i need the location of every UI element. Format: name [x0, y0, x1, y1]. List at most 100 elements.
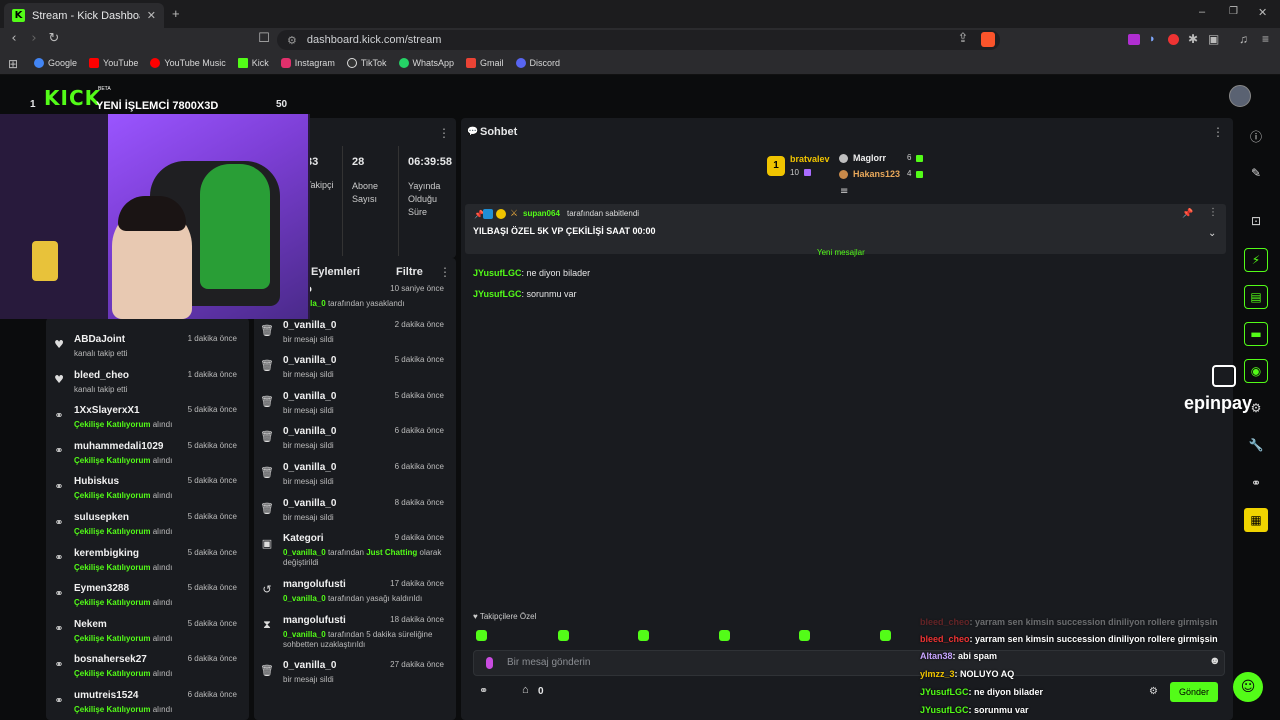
info-icon[interactable]: ⓘ — [1244, 124, 1268, 148]
activity-text: alındı — [152, 527, 173, 536]
screen-icon[interactable]: ⊡ — [1244, 209, 1268, 233]
activity-item: ⚭ Hubiskus 5 dakika önce Çekilişe Katılıyor… — [46, 474, 249, 510]
bookmark-youtube[interactable]: YouTube — [89, 58, 138, 68]
bookmark-google[interactable]: Google — [34, 58, 77, 68]
extensions-icon[interactable]: ✱ — [1188, 32, 1198, 46]
extension-red-icon[interactable] — [1168, 34, 1179, 45]
points-icon: ⚭ — [54, 586, 64, 600]
new-tab-icon[interactable]: + — [172, 6, 180, 21]
activity-username: bosnahersek27 — [74, 654, 147, 666]
browser-tab-strip: K Stream - Kick Dashboard ✕ + – ❐ ✕ — [0, 0, 1280, 28]
channel-points-icon[interactable]: ⚭ — [479, 684, 488, 697]
mod-actions-menu-icon[interactable]: ⋮ — [439, 265, 451, 279]
forward-icon[interactable]: › — [26, 31, 42, 47]
chat-username[interactable]: JYusufLGC — [473, 289, 522, 299]
store-icon[interactable]: ⌂ — [522, 684, 529, 696]
epinpay-logo-icon — [1212, 365, 1236, 387]
bookmark-youtube-music[interactable]: YouTube Music — [150, 58, 226, 68]
wrench-icon[interactable]: 🔧 — [1244, 433, 1268, 457]
mod-action-item: 🗑 0_vanilla_0 6 dakika önce bir mesajı sild… — [254, 424, 456, 460]
bookmark-gmail[interactable]: Gmail — [466, 58, 504, 68]
chat-settings-icon[interactable]: ⚙ — [1149, 686, 1158, 697]
mod-action-time: 17 dakika önce — [390, 579, 444, 588]
chat-icon[interactable]: ▬ — [1244, 322, 1268, 346]
filter-button[interactable]: Filtre — [396, 266, 423, 278]
lightning-icon[interactable]: ⚡ — [1244, 248, 1268, 272]
mod-action-item: ↺ mangolufusti 17 dakika önce 0_vanilla_0 t… — [254, 577, 456, 613]
emote-icon[interactable] — [880, 630, 891, 641]
collapse-leaderboard-icon[interactable]: ≡ — [840, 186, 848, 197]
mic-icon[interactable] — [486, 657, 493, 669]
activity-username: Eymen3288 — [74, 583, 130, 595]
chat-username[interactable]: JYusufLGC — [473, 268, 522, 278]
stats-menu-icon[interactable]: ⋮ — [438, 126, 450, 140]
edit-icon[interactable]: ✎ — [1244, 161, 1268, 185]
emoji-icon[interactable]: ☻ — [1209, 655, 1221, 667]
media-icon[interactable]: ♫ — [1239, 32, 1248, 46]
clapper-icon[interactable]: ▦ — [1244, 508, 1268, 532]
trash-icon: 🗑 — [260, 358, 274, 372]
sidebar-toggle-icon[interactable]: ▣ — [1208, 32, 1219, 46]
chat-text: sorunmu var — [526, 289, 577, 299]
document-icon[interactable]: ▤ — [1244, 285, 1268, 309]
activity-description: Çekilişe Katılıyorum alındı — [74, 634, 172, 643]
youtube-icon — [89, 58, 100, 68]
leader-name: bratvalev — [790, 154, 830, 164]
unpin-icon[interactable]: 📌 — [1182, 208, 1193, 219]
mod-action-description: bir mesajı sildi — [283, 370, 448, 380]
pinned-menu-icon[interactable]: ⋮ — [1208, 207, 1218, 218]
mod-action-text: bir mesajı sildi — [283, 477, 334, 486]
extension-purple-icon[interactable] — [1128, 34, 1140, 45]
emote-icon[interactable] — [476, 630, 487, 641]
support-fab[interactable]: ☺ — [1233, 672, 1263, 702]
mod-action-target: 0_vanilla_0 — [283, 498, 337, 509]
chat-menu-icon[interactable]: ⋮ — [1212, 125, 1224, 139]
activity-item: ⚭ sulusepken 5 dakika önce Çekilişe Katılıy… — [46, 510, 249, 546]
expand-pinned-icon[interactable]: ⌄ — [1208, 228, 1216, 239]
mod-action-time: 2 dakika önce — [394, 320, 444, 329]
close-tab-icon[interactable]: ✕ — [147, 9, 156, 22]
activity-time: 5 dakika önce — [187, 405, 237, 415]
trash-icon: 🗑 — [260, 465, 274, 479]
apps-grid-icon[interactable]: ⊞ — [8, 57, 18, 71]
overlay-text: ne diyon bilader — [974, 687, 1044, 697]
mod-action-target: 0_vanilla_0 — [283, 320, 337, 331]
menu-icon[interactable]: ≡ — [1262, 32, 1269, 46]
pinned-message[interactable]: 📌 ⚔ supan064 tarafından sabitlendi YILBA… — [465, 204, 1226, 254]
points-icon[interactable]: ⚭ — [1244, 471, 1268, 495]
mod-action-description: bir mesajı sildi — [283, 335, 448, 345]
leader-name: Hakans123 — [853, 169, 901, 179]
overlay-text: sorunmu var — [974, 705, 1029, 715]
mod-action-item: ⧗ mangolufusti 18 dakika önce 0_vanilla_0 t… — [254, 613, 456, 657]
bookmark-discord[interactable]: Discord — [515, 58, 560, 68]
emote-icon[interactable] — [799, 630, 810, 641]
emote-icon[interactable] — [719, 630, 730, 641]
minimize-icon[interactable]: – — [1199, 6, 1205, 18]
extension-blue-icon[interactable]: ◗ — [1149, 33, 1156, 45]
bookmark-page-icon[interactable]: ☐ — [256, 31, 272, 47]
address-bar[interactable]: ⚙ dashboard.kick.com/stream — [277, 30, 1000, 50]
activity-text: alındı — [152, 455, 173, 465]
bookmark-whatsapp[interactable]: WhatsApp — [398, 58, 454, 68]
brave-shield-icon[interactable] — [981, 32, 995, 47]
points-icon: ⚭ — [54, 693, 64, 707]
bookmark-tiktok[interactable]: TikTok — [346, 58, 387, 68]
site-info-icon[interactable]: ⚙ — [287, 34, 297, 47]
mod-action-target: 0_vanilla_0 — [283, 355, 337, 366]
rank-icon — [839, 154, 848, 163]
emote-icon[interactable] — [638, 630, 649, 641]
emote-icon[interactable] — [558, 630, 569, 641]
mod-action-item: 🗑 0_vanilla_0 8 dakika önce bir mesajı sild… — [254, 496, 456, 532]
overlay-username: ylmzz_3 — [920, 669, 955, 679]
maximize-icon[interactable]: ❐ — [1229, 6, 1238, 17]
bookmark-instagram[interactable]: Instagram — [280, 58, 335, 68]
window-close-icon[interactable]: ✕ — [1258, 6, 1267, 19]
browser-tab[interactable]: K Stream - Kick Dashboard ✕ — [4, 3, 164, 28]
chat-input[interactable]: Bir mesaj gönderin ☻ — [473, 650, 1225, 676]
user-avatar[interactable] — [1229, 85, 1251, 107]
reload-icon[interactable]: ↻ — [46, 31, 62, 47]
share-icon[interactable]: ⇪ — [955, 31, 971, 47]
back-icon[interactable]: ‹ — [6, 31, 22, 47]
bookmark-kick[interactable]: Kick — [237, 58, 269, 68]
send-button[interactable]: Gönder — [1170, 682, 1218, 702]
